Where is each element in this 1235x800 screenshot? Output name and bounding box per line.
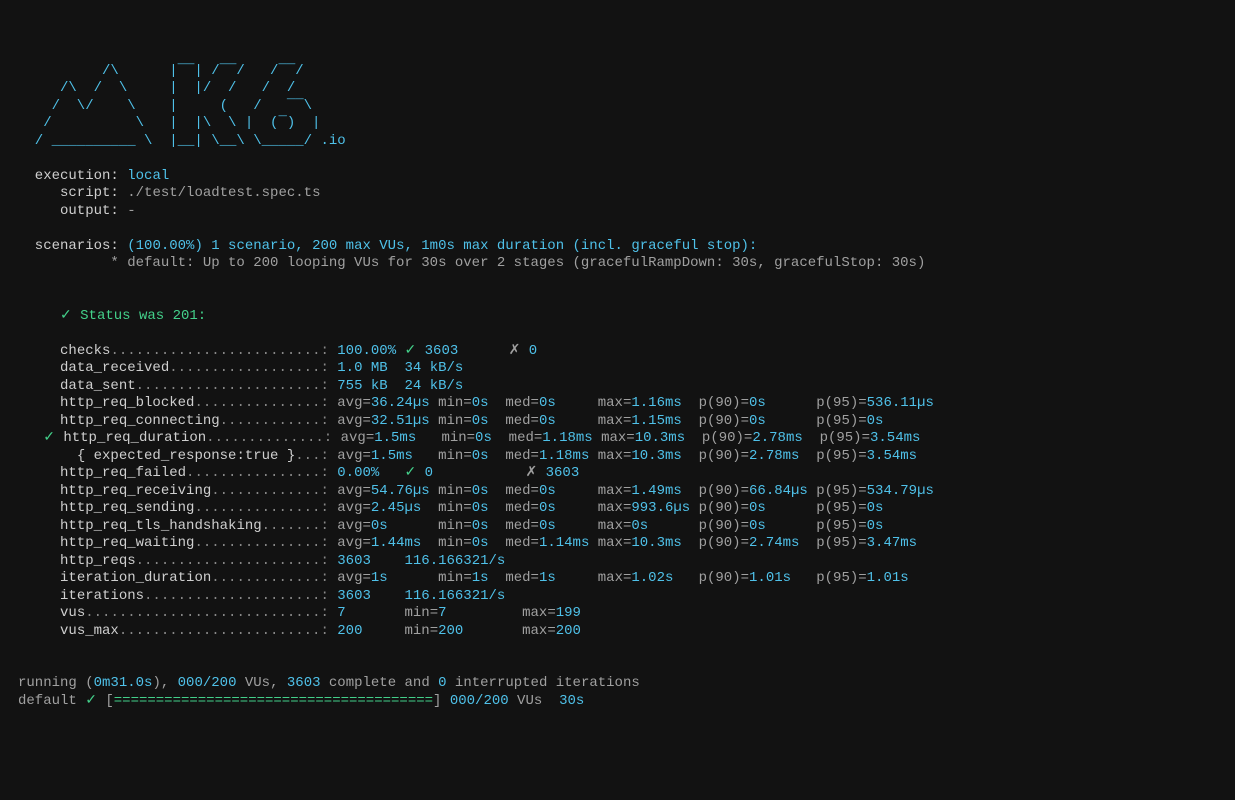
metric-http-req-sending: http_req_sending bbox=[60, 500, 194, 516]
metric-checks: checks bbox=[60, 343, 110, 359]
metric-iteration-duration: iteration_duration bbox=[60, 570, 211, 586]
status-text: Status was 201: bbox=[80, 308, 206, 324]
metric-http-req-tls-handshaking: http_req_tls_handshaking bbox=[60, 518, 262, 534]
metric-iterations: iterations bbox=[60, 588, 144, 604]
execution-label: execution: bbox=[18, 168, 119, 184]
output-value: - bbox=[127, 203, 135, 219]
metric-http_reqs: http_reqs bbox=[60, 553, 136, 569]
script-label: script: bbox=[18, 185, 119, 201]
status-check-icon: ✓ bbox=[60, 308, 72, 324]
metric-http-req-duration: http_req_duration bbox=[63, 430, 206, 446]
terminal-output: /\ |‾‾| /‾‾/ /‾‾/ /\ / \ | |/ / / / / \/… bbox=[18, 63, 1225, 711]
scenarios-value: (100.00%) 1 scenario, 200 max VUs, 1m0s … bbox=[127, 238, 757, 254]
progress-check-icon: ✓ bbox=[85, 693, 97, 709]
metric-http-req-receiving: http_req_receiving bbox=[60, 483, 211, 499]
metric-data-sent: data_sent bbox=[60, 378, 136, 394]
metric-http-req-blocked: http_req_blocked bbox=[60, 395, 194, 411]
scenario-detail: * default: Up to 200 looping VUs for 30s… bbox=[18, 255, 925, 271]
progress-bar: ====================================== bbox=[114, 693, 433, 709]
metric-vus: vus bbox=[60, 605, 85, 621]
metric-http-req-connecting: http_req_connecting bbox=[60, 413, 220, 429]
output-label: output: bbox=[18, 203, 119, 219]
execution-value: local bbox=[127, 168, 169, 184]
metric--expected-response-true-: { expected_response:true } bbox=[60, 448, 295, 464]
script-value: ./test/loadtest.spec.ts bbox=[127, 185, 320, 201]
check-icon: ✓ bbox=[18, 430, 63, 446]
metric-http-req-waiting: http_req_waiting bbox=[60, 535, 194, 551]
metric-vus_max: vus_max bbox=[60, 623, 119, 639]
metric-http-req-failed: http_req_failed bbox=[60, 465, 186, 481]
k6-logo: /\ |‾‾| /‾‾/ /‾‾/ /\ / \ | |/ / / / / \/… bbox=[18, 63, 346, 149]
scenarios-label: scenarios: bbox=[18, 238, 119, 254]
metric-data-received: data_received bbox=[60, 360, 169, 376]
